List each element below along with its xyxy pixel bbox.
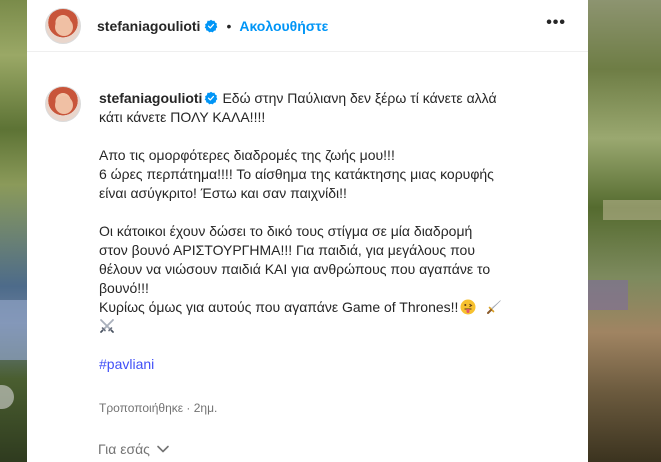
chevron-down-icon (157, 445, 169, 453)
caption-line: Οι κάτοικοι έχουν δώσει το δικό τους στί… (99, 223, 473, 239)
caption-username[interactable]: stefaniagoulioti (99, 90, 202, 106)
crossed-swords-emoji-icon (100, 319, 114, 333)
separator-dot: • (226, 18, 232, 34)
post-image-left-edge (0, 0, 27, 462)
caption-line: Απο τις ομορφότερες διαδρομές της ζωής μ… (99, 147, 395, 163)
verified-icon (205, 19, 218, 33)
avatar[interactable] (45, 8, 81, 44)
caption-line: κάτι κάνετε ΠΟΛΥ ΚΑΛΑ!!!! (99, 109, 266, 125)
follow-button[interactable]: Ακολουθήστε (239, 18, 328, 34)
header-username[interactable]: stefaniagoulioti (97, 18, 200, 34)
hashtag-link[interactable]: #pavliani (99, 356, 154, 372)
caption-line: Εδώ στην Παύλιανη δεν ξέρω τί κάνετε αλλ… (222, 90, 497, 106)
for-you-toggle[interactable]: Για εσάς (98, 441, 170, 457)
caption-line: θέλουν να νιώσουν παιδιά ΚΑΙ για ανθρώπο… (99, 261, 491, 277)
caption-avatar[interactable] (45, 86, 81, 122)
post-header: stefaniagoulioti • Ακολουθήστε ••• (27, 0, 588, 52)
caption-text: stefaniagoulioti Εδώ στην Παύλιανη δεν ξέ… (99, 89, 574, 374)
post-side-panel: stefaniagoulioti • Ακολουθήστε ••• stefa… (27, 0, 588, 462)
caption-line: βουνό!!! (99, 280, 149, 296)
dagger-emoji-icon (487, 300, 502, 314)
verified-icon (205, 91, 218, 105)
tongue-emoji-icon (460, 299, 476, 315)
caption-line: είναι ασύγκριτο! Έστω και σαν παιχνίδι!! (99, 185, 347, 201)
for-you-label: Για εσάς (98, 441, 150, 457)
post-image-right-edge (588, 0, 661, 462)
more-options-icon[interactable]: ••• (546, 14, 566, 32)
caption-line: στον βουνό ΑΡΙΣΤΟΥΡΓΗΜΑ!!! Για παιδιά, γ… (99, 242, 475, 258)
caption-line: 6 ώρες περπάτημα!!!! Το αίσθημα της κατά… (99, 166, 494, 182)
edited-timestamp[interactable]: Τροποποιήθηκε · 2ημ. (99, 401, 217, 415)
caption-line: Κυρίως όμως για αυτούς που αγαπάνε Game … (99, 299, 459, 315)
